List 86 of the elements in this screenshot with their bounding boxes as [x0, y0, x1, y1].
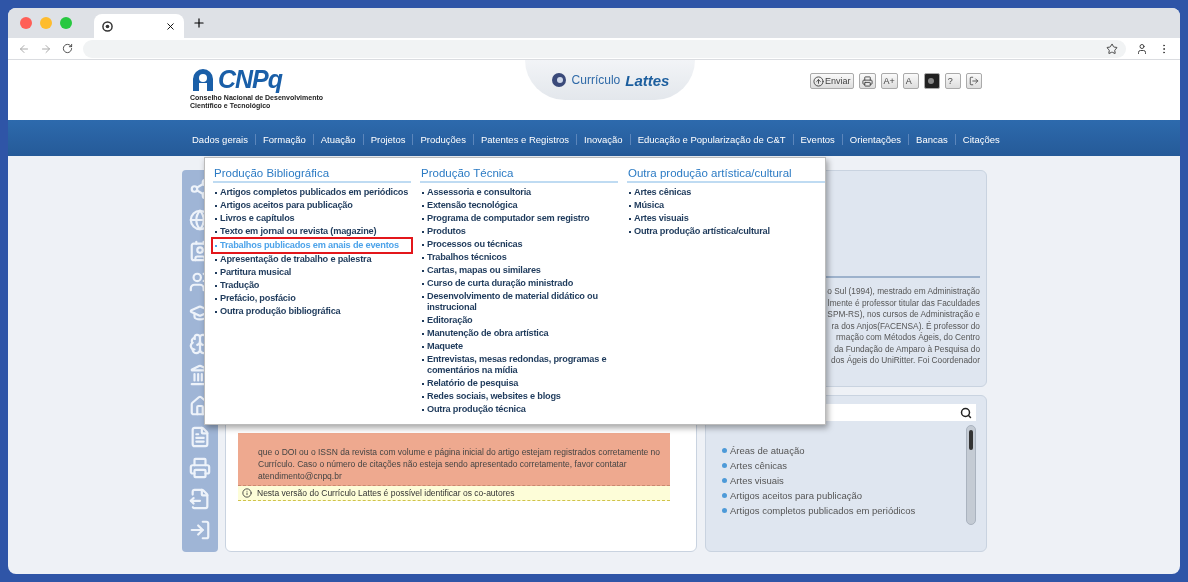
menu-item[interactable]: Texto em jornal ou revista (magazine)	[213, 225, 411, 238]
menu-item[interactable]: Relatório de pesquisa	[420, 377, 618, 390]
menu-heading: Produção Técnica	[420, 167, 618, 183]
sidebar-icon[interactable]	[189, 488, 211, 510]
globe-icon	[550, 72, 567, 88]
menu-item[interactable]: Desenvolvimento de material didático ou instrucional	[420, 290, 618, 314]
menu-item[interactable]: Redes sociais, websites e blogs	[420, 390, 618, 403]
menu-item[interactable]: Trabalhos técnicos	[420, 251, 618, 264]
upload-icon	[813, 75, 824, 87]
menu-item[interactable]: Cartas, mapas ou similares	[420, 264, 618, 277]
menu-item[interactable]: Editoração	[420, 314, 618, 327]
index-link[interactable]: Artigos aceitos para publicação	[722, 490, 916, 501]
menu-item[interactable]: Outra produção artística/cultural	[627, 225, 825, 238]
index-link[interactable]: Artigos completos publicados em periódicos	[722, 505, 916, 516]
index-link[interactable]: Artes visuais	[722, 475, 916, 486]
nav-link[interactable]: Projetos	[362, 134, 413, 145]
contrast-button[interactable]	[923, 73, 940, 89]
menu-item[interactable]: Apresentação de trabalho e palestra	[213, 253, 411, 266]
nav-link[interactable]: Produções	[412, 134, 473, 145]
profile-icon[interactable]	[1136, 42, 1148, 55]
menu-item[interactable]: Outra produção bibliográfica	[213, 305, 411, 318]
info-icon	[242, 488, 252, 498]
contrast-icon	[926, 77, 935, 85]
sidebar-icon[interactable]	[189, 457, 211, 479]
close-window-dot[interactable]	[20, 17, 32, 29]
nav-link[interactable]: Patentes e Registros	[472, 134, 577, 145]
menu-item[interactable]: Manutenção de obra artística	[420, 327, 618, 340]
nav-link[interactable]: Educação e Popularização de C&T	[629, 134, 793, 145]
send-button[interactable]: Enviar	[810, 73, 854, 89]
sidebar-icon[interactable]	[189, 426, 211, 448]
maximize-window-dot[interactable]	[60, 17, 72, 29]
search-icon[interactable]	[960, 406, 972, 419]
nav-link[interactable]: Dados gerais	[185, 134, 255, 145]
menu-item[interactable]: Artes cênicas	[627, 186, 825, 199]
nav-link[interactable]: Bancas	[908, 134, 955, 145]
print-button[interactable]	[858, 73, 876, 89]
bio-text: o Sul (1994), mestrado em Administração lmente é professor titular das Faculdades SPM-RS), nos cursos de Administração e ra dos Anjos(FACENSA). É professor do rmação com Métodos Ágeis, do Centro da Fundação de Amparo à Pesquisa do dos Ágeis do UniRitter. Foi Coordenador	[826, 286, 980, 367]
menu-item[interactable]: Entrevistas, mesas redondas, programas e comentários na mídia	[420, 353, 618, 377]
alert-text: que o DOI ou o ISSN da revista com volume e página inicial do artigo estejam registrados corretamente no Currículo. Caso o número de citações não esteja sendo apresentado corretamente, favor contatar atendimento@cnpq.br	[258, 446, 662, 482]
product-prefix: Currículo	[571, 73, 621, 87]
toolbar-button[interactable]: ?	[944, 73, 961, 89]
menu-item[interactable]: Artigos aceitos para publicação	[213, 199, 411, 212]
menu-item[interactable]: Partitura musical	[213, 266, 411, 279]
product-name: Lattes	[625, 71, 670, 89]
scrollbar[interactable]	[966, 425, 976, 525]
star-icon[interactable]	[1106, 42, 1118, 55]
menu-item[interactable]: Prefácio, posfácio	[213, 292, 411, 305]
toolbar-button[interactable]: A+	[880, 73, 898, 89]
nav-link[interactable]: Citações	[954, 134, 1007, 145]
nav-link[interactable]: Orientações	[841, 134, 909, 145]
menu-heading: Produção Bibliográfica	[213, 167, 411, 183]
menu-item[interactable]: Artes visuais	[627, 212, 825, 225]
index-link[interactable]: Áreas de atuação	[722, 445, 916, 456]
menu-item[interactable]: Extensão tecnológica	[420, 199, 618, 212]
menu-item[interactable]: Curso de curta duração ministrado	[420, 277, 618, 290]
new-tab-icon[interactable]	[192, 16, 206, 30]
menu-item[interactable]: Livros e capítulos	[213, 212, 411, 225]
exit-button[interactable]	[965, 73, 982, 89]
menu-item[interactable]: Maquete	[420, 340, 618, 353]
notice-text: Nesta versão do Currículo Lattes é possível identificar os co-autores	[257, 488, 515, 498]
index-link[interactable]: Artes cênicas	[722, 460, 916, 471]
menu-item[interactable]: Artigos completos publicados em periódicos	[213, 186, 411, 199]
menu-heading: Outra produção artística/cultural	[627, 167, 825, 183]
address-field[interactable]	[83, 39, 1126, 58]
nav-link[interactable]: Eventos	[792, 134, 842, 145]
menu-item[interactable]: Outra produção técnica	[420, 403, 618, 416]
menu-item[interactable]: Processos ou técnicas	[420, 238, 618, 251]
menu-item[interactable]: Assessoria e consultoria	[420, 186, 618, 199]
reload-icon[interactable]	[62, 43, 73, 54]
browser-logo-icon	[102, 20, 113, 32]
nav-link[interactable]: Inovação	[576, 134, 630, 145]
logo-wordmark: CNPq	[218, 65, 283, 94]
browser-tab[interactable]	[94, 14, 184, 38]
sidebar-icon[interactable]	[189, 519, 211, 541]
back-icon[interactable]	[18, 42, 30, 55]
close-icon[interactable]	[165, 20, 176, 32]
nav-link[interactable]: Atuação	[312, 134, 363, 145]
menu-item[interactable]: Tradução	[213, 279, 411, 292]
forward-icon[interactable]	[40, 42, 52, 55]
head-logo-icon	[190, 66, 216, 93]
nav-link[interactable]: Formação	[255, 134, 313, 145]
menu-item[interactable]: Música	[627, 199, 825, 212]
menu-item[interactable]: Produtos	[420, 225, 618, 238]
toolbar-button[interactable]: A	[902, 73, 919, 89]
minimize-window-dot[interactable]	[40, 17, 52, 29]
menu-item[interactable]: Programa de computador sem registro	[420, 212, 618, 225]
